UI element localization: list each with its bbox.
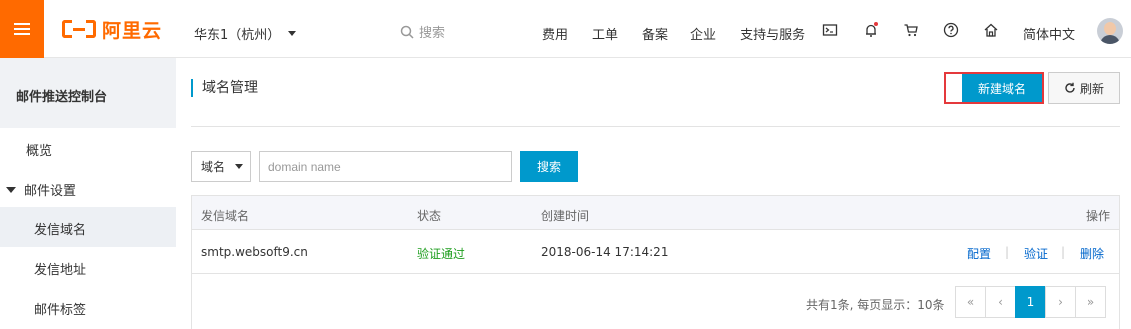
filter-select-value: 域名 [201,160,226,174]
cart-icon[interactable] [903,22,919,38]
refresh-button[interactable]: 刷新 [1048,72,1120,104]
verify-link[interactable]: 验证 [1024,245,1048,262]
filter-field-select[interactable]: 域名 [191,151,251,182]
nav-item-support[interactable]: 支持与服务 [740,24,805,43]
column-header-domain: 发信域名 [201,209,250,223]
sidebar-group-mail-settings[interactable]: 邮件设置 [6,180,76,199]
language-switch[interactable]: 简体中文 [1023,24,1075,43]
help-icon[interactable] [943,22,959,38]
search-icon [400,25,414,39]
table-row: smtp.websoft9.cn 验证通过 2018-06-14 17:14:2… [192,230,1119,274]
top-nav: 费用 工单 备案 企业 支持与服务 [542,24,829,43]
home-icon[interactable] [983,22,999,38]
bell-icon[interactable] [863,22,879,38]
delete-link[interactable]: 删除 [1080,245,1104,262]
next-page-button[interactable]: › [1045,286,1076,318]
column-header-created: 创建时间 [541,209,590,223]
cell-domain: smtp.websoft9.cn [201,245,308,259]
sidebar-item-sender-domain[interactable]: 发信域名 [0,207,176,247]
global-search[interactable]: 搜索 [400,22,445,41]
menu-icon[interactable] [0,0,44,58]
region-selector[interactable]: 华东1（杭州） [194,24,297,43]
search-placeholder: 搜索 [419,26,446,41]
configure-link[interactable]: 配置 [967,245,991,262]
table-header: 发信域名 状态 创建时间 操作 [192,196,1119,230]
nav-item-fees[interactable]: 费用 [542,24,568,43]
last-page-button[interactable]: » [1075,286,1106,318]
page-title: 域名管理 [191,79,258,97]
sidebar-item-mail-tags[interactable]: 邮件标签 [0,287,176,327]
column-header-status: 状态 [417,209,442,223]
sidebar-item-sender-address[interactable]: 发信地址 [0,247,176,287]
cell-created: 2018-06-14 17:14:21 [541,245,669,259]
region-label: 华东1（杭州） [194,28,281,43]
sidebar-item-overview[interactable]: 概览 [26,140,52,159]
console-title: 邮件推送控制台 [0,58,176,128]
sidebar: 邮件推送控制台 概览 邮件设置 发信域名 发信地址 邮件标签 [0,58,176,329]
brand-name: 阿里云 [102,19,163,42]
action-separator: | [1061,245,1066,259]
new-domain-button[interactable]: 新建域名 [962,74,1042,102]
nav-item-tickets[interactable]: 工单 [592,24,618,43]
logo[interactable]: 阿里云 [62,17,163,42]
top-bar: 阿里云 华东1（杭州） 搜索 费用 工单 备案 企业 支持与服务 简体中文 [0,0,1131,58]
terminal-icon[interactable] [822,22,838,38]
aliyun-logo-icon [62,18,96,40]
prev-page-button[interactable]: ‹ [985,286,1016,318]
nav-item-enterprise[interactable]: 企业 [690,24,716,43]
status-badge: 验证通过 [417,247,466,261]
first-page-button[interactable]: « [955,286,986,318]
avatar[interactable] [1097,18,1123,44]
sidebar-group-label: 邮件设置 [24,184,77,199]
pagination: « ‹ 1 › » [955,286,1106,318]
page-button-current[interactable]: 1 [1015,286,1046,318]
domain-search-input[interactable] [259,151,512,182]
column-header-actions: 操作 [1085,209,1110,223]
pagination-summary: 共有1条, 每页显示：10条 [806,298,945,312]
nav-item-icp[interactable]: 备案 [642,24,668,43]
action-separator: | [1005,245,1010,259]
chevron-down-icon [288,31,297,36]
caret-down-icon [6,186,16,193]
search-button[interactable]: 搜索 [520,151,578,182]
refresh-label: 刷新 [1079,81,1104,96]
divider [191,126,1120,127]
refresh-icon [1065,82,1075,93]
chevron-down-icon [235,164,244,169]
